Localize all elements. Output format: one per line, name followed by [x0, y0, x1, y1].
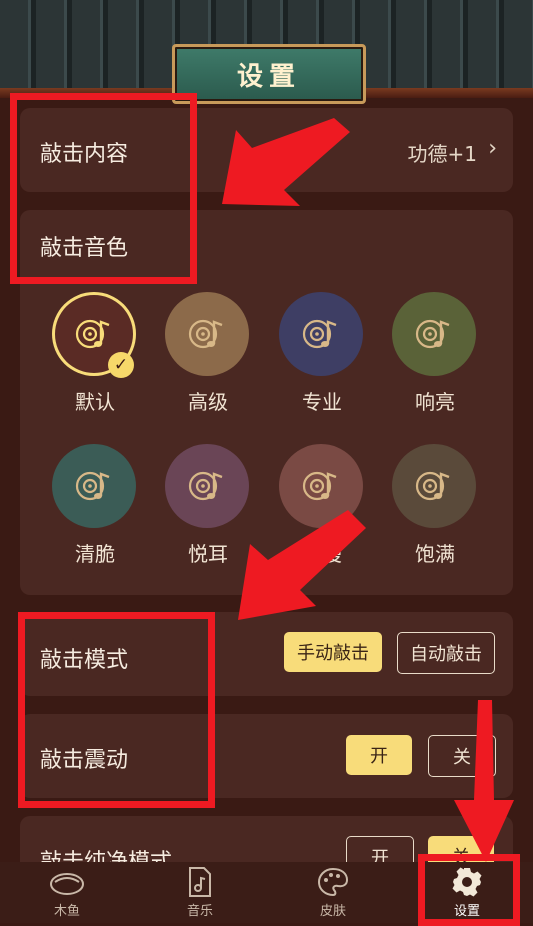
arrow-bottom-icon — [454, 700, 514, 862]
annotation-arrows — [222, 118, 514, 862]
arrow-middle-icon — [238, 510, 366, 620]
arrow-top-icon — [222, 118, 350, 206]
